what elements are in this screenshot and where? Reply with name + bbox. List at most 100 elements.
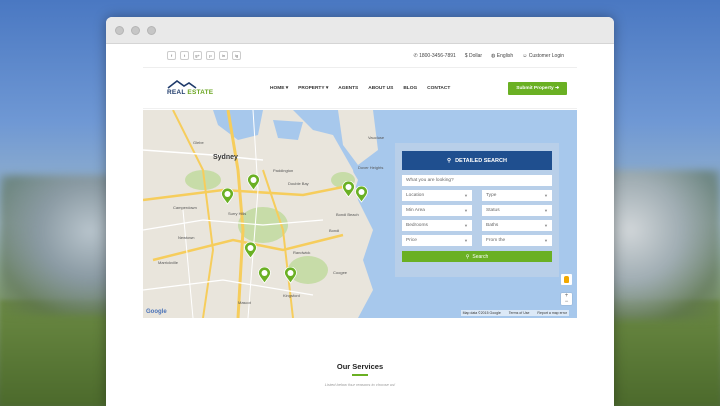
nav-blog[interactable]: BLOG bbox=[403, 86, 417, 91]
services-subtitle: Listed below four reasons to choose us! bbox=[324, 381, 396, 387]
social-links: f t g+ p in ig bbox=[167, 51, 241, 60]
search-icon: ⚲ bbox=[465, 253, 470, 260]
pinterest-icon[interactable]: p bbox=[206, 51, 215, 60]
web-page: f t g+ p in ig ✆ 1800-3456-7891 $ Dollar… bbox=[143, 44, 577, 406]
search-button-label: Search bbox=[472, 253, 489, 260]
zoom-out-button[interactable]: − bbox=[565, 299, 569, 305]
status-select[interactable]: Status ▼ bbox=[482, 205, 552, 216]
nav-contact[interactable]: CONTACT bbox=[427, 86, 450, 91]
map-label-kingsford: Kingsford bbox=[283, 293, 300, 298]
google-logo: Google bbox=[146, 309, 167, 315]
phone-text: 1800-3456-7891 bbox=[419, 52, 456, 59]
maximize-dot[interactable] bbox=[147, 25, 156, 35]
instagram-icon[interactable]: ig bbox=[232, 51, 241, 60]
map-pin-icon[interactable] bbox=[244, 242, 257, 259]
top-bar: f t g+ p in ig ✆ 1800-3456-7891 $ Dollar… bbox=[143, 44, 577, 68]
chevron-down-icon: ▼ bbox=[464, 193, 468, 198]
nav-about-us[interactable]: ABOUT US bbox=[368, 86, 393, 91]
map-label-double-bay: Double Bay bbox=[288, 181, 309, 186]
facebook-icon[interactable]: f bbox=[167, 51, 176, 60]
linkedin-icon[interactable]: in bbox=[219, 51, 228, 60]
map-label-glebe: Glebe bbox=[193, 140, 204, 145]
search-icon: ⚲ bbox=[447, 157, 452, 164]
map-label-newtown: Newtown bbox=[178, 235, 195, 240]
from-select[interactable]: From the ▼ bbox=[482, 235, 552, 246]
map-label-bondi-beach: Bondi Beach bbox=[336, 212, 359, 217]
price-select[interactable]: Price ▼ bbox=[402, 235, 472, 246]
map-label-marrickville: Marrickville bbox=[158, 260, 178, 265]
detailed-search-title: DETAILED SEARCH bbox=[455, 157, 507, 164]
browser-titlebar bbox=[106, 17, 614, 44]
minimize-dot[interactable] bbox=[131, 25, 140, 35]
map-label-paddington: Paddington bbox=[273, 168, 294, 173]
phone-link[interactable]: ✆ 1800-3456-7891 bbox=[414, 53, 456, 59]
map-pin-icon[interactable] bbox=[247, 174, 260, 191]
nav-agents[interactable]: AGENTS bbox=[338, 86, 358, 91]
zoom-controls: + − bbox=[561, 293, 572, 305]
site-logo[interactable]: REAL ESTATE bbox=[167, 80, 215, 96]
location-select[interactable]: Location ▼ bbox=[402, 190, 472, 201]
type-select[interactable]: Type ▼ bbox=[482, 190, 552, 201]
arrow-right-icon: ➜ bbox=[554, 85, 559, 91]
phone-icon: ✆ bbox=[413, 52, 418, 59]
login-text: Customer Login bbox=[528, 52, 564, 59]
detailed-search-panel: ⚲ DETAILED SEARCH What you are looking? … bbox=[395, 143, 559, 277]
chevron-down-icon: ▼ bbox=[464, 223, 468, 228]
map-pin-icon[interactable] bbox=[355, 186, 368, 203]
language-selector[interactable]: ◍ English bbox=[491, 53, 513, 59]
close-dot[interactable] bbox=[115, 25, 124, 35]
map-label-randwick: Randwick bbox=[293, 250, 311, 255]
language-text: English bbox=[496, 52, 514, 59]
site-header: REAL ESTATE HOME ▾ PROPERTY ▾ AGENTS ABO… bbox=[143, 68, 577, 109]
map-label-vaucluse: Vaucluse bbox=[368, 135, 385, 140]
twitter-icon[interactable]: t bbox=[180, 51, 189, 60]
services-divider bbox=[352, 374, 368, 376]
map-pin-icon[interactable] bbox=[342, 181, 355, 198]
min-area-select[interactable]: Min Area ▼ bbox=[402, 205, 472, 216]
keyword-input[interactable]: What you are looking? bbox=[402, 175, 552, 186]
map-footer: Map data ©2015 Google Terms of Use Repor… bbox=[460, 310, 569, 316]
baths-select[interactable]: Baths ▼ bbox=[482, 220, 552, 231]
map-label-camperdown: Camperdown bbox=[173, 205, 197, 210]
services-section: Our Services Listed below four reasons t… bbox=[143, 318, 577, 406]
nav-home[interactable]: HOME ▾ bbox=[270, 86, 288, 91]
map-label-bondi: Bondi bbox=[329, 228, 340, 233]
map-label-mascot: Mascot bbox=[238, 300, 251, 305]
map-label-dover-heights: Dover Heights bbox=[358, 165, 384, 170]
search-button[interactable]: ⚲ Search bbox=[402, 251, 552, 262]
chevron-down-icon: ▼ bbox=[544, 208, 548, 213]
map-label-surry-hills: Surry Hills bbox=[228, 211, 247, 216]
top-bar-right: ✆ 1800-3456-7891 $ Dollar ◍ English ☺ Cu… bbox=[414, 53, 565, 59]
chevron-down-icon: ▼ bbox=[544, 223, 548, 228]
nav-property[interactable]: PROPERTY ▾ bbox=[298, 86, 328, 91]
roof-icon bbox=[167, 80, 197, 89]
street-view-pegman-icon[interactable] bbox=[561, 274, 572, 285]
chevron-down-icon: ▾ bbox=[325, 85, 329, 91]
submit-property-button[interactable]: Submit Property ➜ bbox=[508, 81, 567, 95]
report-map-error-link[interactable]: Report a map error bbox=[537, 311, 567, 315]
chevron-down-icon: ▼ bbox=[544, 193, 548, 198]
main-nav: HOME ▾ PROPERTY ▾ AGENTS ABOUT US BLOG C… bbox=[270, 86, 450, 91]
currency-selector[interactable]: $ Dollar bbox=[465, 53, 482, 59]
map-pin-icon[interactable] bbox=[284, 267, 297, 284]
chevron-down-icon: ▾ bbox=[285, 85, 289, 91]
bedrooms-select[interactable]: Bedrooms ▼ bbox=[402, 220, 472, 231]
browser-window: f t g+ p in ig ✆ 1800-3456-7891 $ Dollar… bbox=[106, 17, 614, 406]
logo-text: REAL ESTATE bbox=[167, 89, 214, 96]
map-pin-icon[interactable] bbox=[258, 267, 271, 284]
customer-login-link[interactable]: ☺ Customer Login bbox=[522, 53, 564, 59]
chevron-down-icon: ▼ bbox=[464, 238, 468, 243]
property-map[interactable]: Sydney Surry Hills Bondi Beach Double Ba… bbox=[143, 110, 577, 318]
map-pin-icon[interactable] bbox=[221, 188, 234, 205]
globe-icon: ◍ bbox=[491, 52, 496, 59]
terms-link[interactable]: Terms of Use bbox=[509, 311, 530, 315]
services-title: Our Services bbox=[336, 362, 384, 371]
chevron-down-icon: ▼ bbox=[544, 238, 548, 243]
detailed-search-header: ⚲ DETAILED SEARCH bbox=[402, 151, 552, 170]
map-data-text: Map data ©2015 Google bbox=[462, 311, 501, 315]
city-label: Sydney bbox=[213, 154, 238, 161]
chevron-down-icon: ▼ bbox=[464, 208, 468, 213]
google-plus-icon[interactable]: g+ bbox=[193, 51, 202, 60]
user-icon: ☺ bbox=[522, 52, 528, 59]
map-label-coogee: Coogee bbox=[333, 270, 348, 275]
